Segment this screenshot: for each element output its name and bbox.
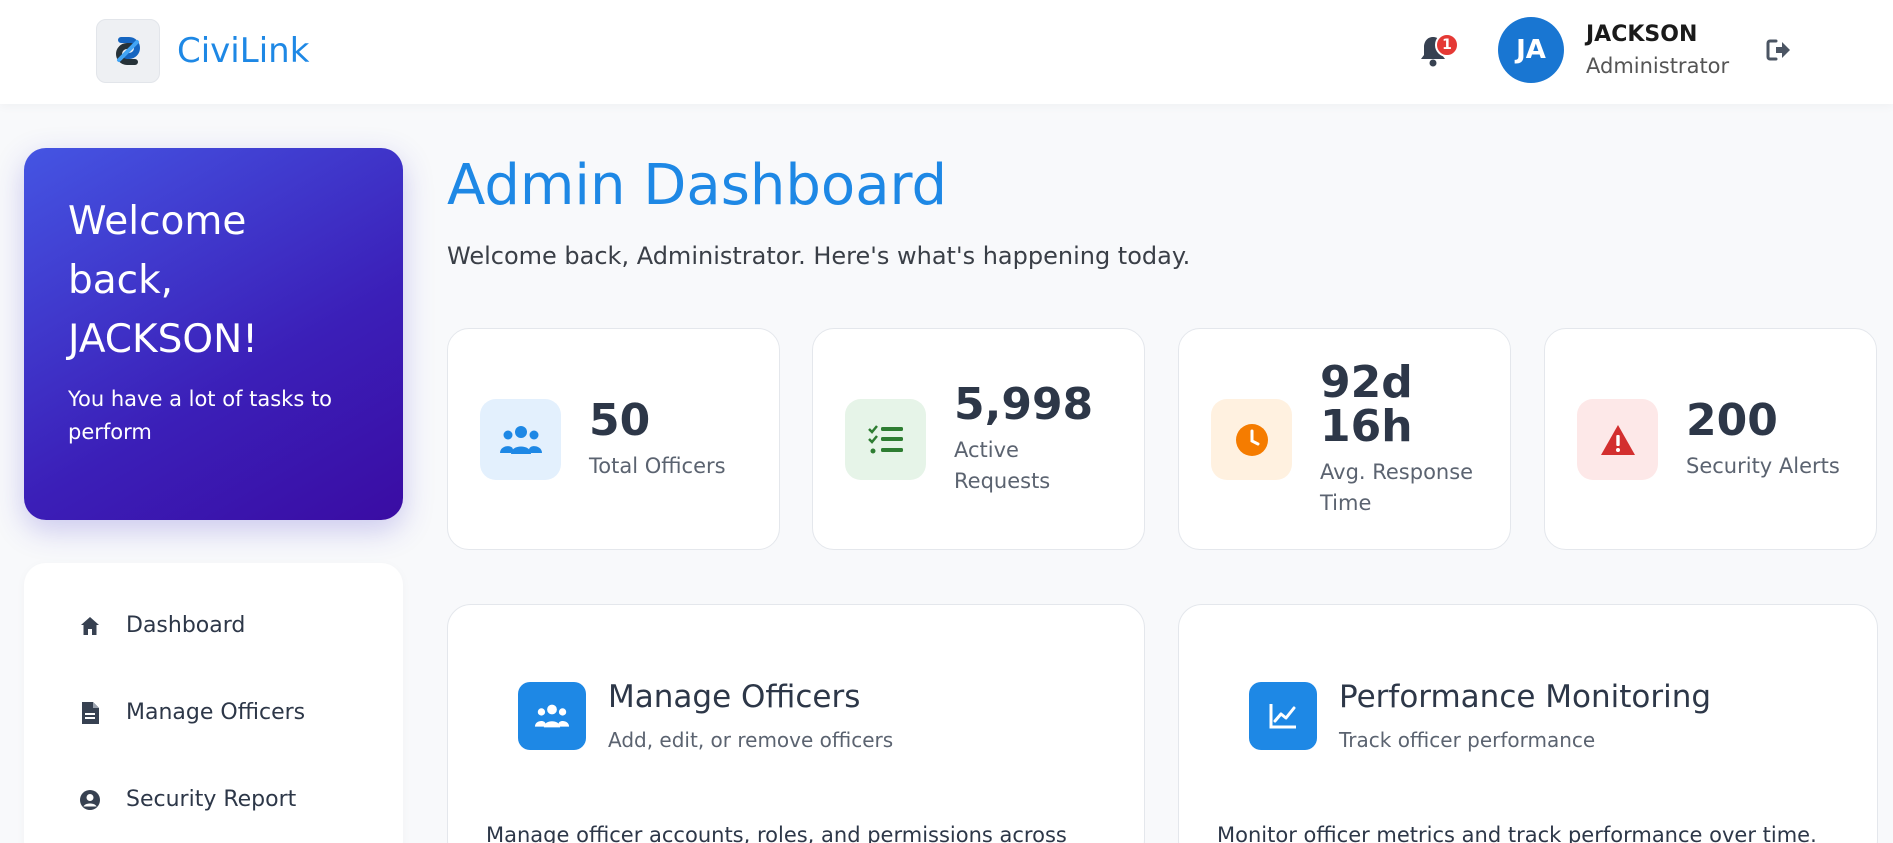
- welcome-card: Welcome back, JACKSON! You have a lot of…: [24, 148, 403, 520]
- feature-card-performance-monitoring[interactable]: Performance Monitoring Track officer per…: [1178, 604, 1878, 843]
- sidebar-item-dashboard[interactable]: Dashboard: [78, 613, 245, 638]
- notification-badge: 1: [1435, 33, 1459, 57]
- user-role: Administrator: [1586, 54, 1730, 78]
- page-title: Admin Dashboard: [447, 153, 948, 218]
- stat-value: 5,998: [954, 379, 1094, 430]
- stat-text: 92d 16h Avg. Response Time: [1320, 329, 1473, 551]
- stat-value-line: 16h: [1320, 401, 1413, 452]
- stat-card-security-alerts[interactable]: 200 Security Alerts: [1544, 328, 1877, 550]
- welcome-title-line: back,: [68, 258, 174, 303]
- brand[interactable]: CiviLink: [96, 19, 309, 83]
- feature-card-manage-officers[interactable]: Manage Officers Add, edit, or remove off…: [447, 604, 1145, 843]
- stat-label: Security Alerts: [1686, 453, 1840, 478]
- sidebar-item-label: Security Report: [126, 787, 297, 812]
- sidebar-item-security-report[interactable]: Security Report: [78, 787, 296, 812]
- stat-text: 200 Security Alerts: [1686, 329, 1840, 551]
- stat-value: 50: [589, 394, 651, 446]
- logout-icon[interactable]: [1765, 36, 1793, 64]
- stat-value: 92d 16h: [1320, 361, 1473, 449]
- stat-text: 50 Total Officers: [589, 329, 726, 551]
- user-circle-icon: [78, 788, 102, 812]
- feature-title: Performance Monitoring: [1339, 679, 1712, 715]
- stat-label-line: Avg. Response: [1320, 460, 1474, 484]
- line-chart-icon: [1249, 682, 1317, 750]
- avatar[interactable]: JA: [1498, 17, 1564, 83]
- welcome-title: Welcome back, JACKSON!: [68, 192, 359, 369]
- welcome-title-line: JACKSON!: [68, 317, 258, 362]
- stat-value-line: 92d: [1320, 357, 1413, 408]
- stat-card-avg-response-time[interactable]: 92d 16h Avg. Response Time: [1178, 328, 1511, 550]
- sidebar-nav: Dashboard Manage Officers Security Repor…: [24, 563, 403, 843]
- stat-text: 5,998 Active Requests: [954, 329, 1093, 551]
- sidebar-item-label: Dashboard: [126, 613, 246, 638]
- stat-label-line: Active: [954, 438, 1019, 462]
- clock-icon: [1211, 399, 1292, 480]
- document-icon: [78, 701, 102, 725]
- feature-subtitle: Add, edit, or remove officers: [608, 728, 894, 752]
- stat-card-total-officers[interactable]: 50 Total Officers: [447, 328, 780, 550]
- stat-label-line: Time: [1320, 491, 1372, 515]
- welcome-subtitle: You have a lot of tasks to perform: [68, 387, 333, 444]
- top-header: CiviLink 1 JA JACKSON Administrator: [0, 0, 1893, 104]
- stat-label: Avg. Response Time: [1320, 457, 1473, 519]
- home-icon: [78, 614, 102, 638]
- warning-icon: [1577, 399, 1658, 480]
- feature-description: Monitor officer metrics and track perfor…: [1217, 823, 1817, 843]
- stat-label: Active Requests: [954, 435, 1093, 497]
- feature-subtitle: Track officer performance: [1339, 728, 1596, 752]
- stat-value: 200: [1686, 394, 1778, 446]
- user-name: JACKSON: [1586, 22, 1698, 47]
- users-icon: [518, 682, 586, 750]
- users-icon: [480, 399, 561, 480]
- stat-label: Total Officers: [589, 453, 726, 478]
- sidebar-item-label: Manage Officers: [126, 700, 306, 725]
- stat-card-active-requests[interactable]: 5,998 Active Requests: [812, 328, 1145, 550]
- civilink-logo-icon: [96, 19, 160, 83]
- feature-description: Manage officer accounts, roles, and perm…: [486, 823, 1067, 843]
- sidebar-item-manage-officers[interactable]: Manage Officers: [78, 700, 305, 725]
- stat-label-line: Requests: [954, 469, 1051, 493]
- welcome-title-line: Welcome: [68, 199, 247, 244]
- list-check-icon: [845, 399, 926, 480]
- page-subtitle: Welcome back, Administrator. Here's what…: [447, 242, 1191, 270]
- feature-title: Manage Officers: [608, 679, 861, 715]
- brand-name: CiviLink: [177, 31, 310, 71]
